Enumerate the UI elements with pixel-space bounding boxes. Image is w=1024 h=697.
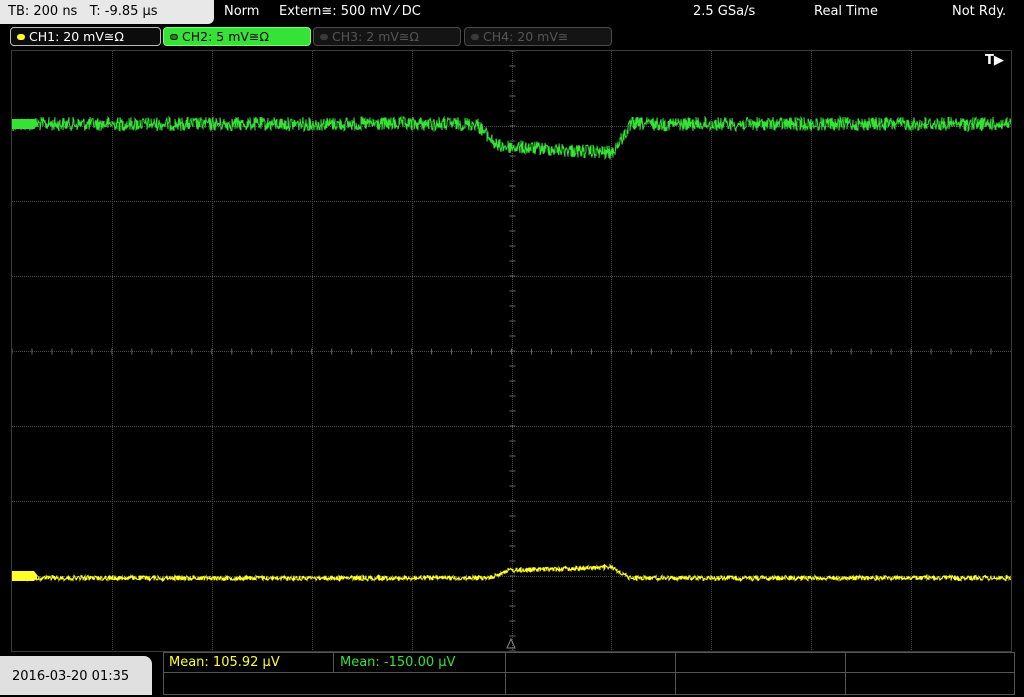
graticule	[12, 51, 1011, 651]
channel-2-label: CH2: 5 mV≅Ω	[182, 29, 269, 44]
channel-3-button[interactable]: CH3: 2 mV≅Ω	[313, 27, 461, 46]
trigger-position-marker[interactable]	[506, 637, 516, 649]
channel-1-indicator-icon	[17, 34, 25, 40]
channel-1-mean-readout[interactable]: Mean: 105.92 µV	[169, 653, 280, 672]
channel-bar: CH1: 20 mV≅Ω CH2: 5 mV≅Ω CH3: 2 mV≅Ω CH4…	[0, 27, 1024, 48]
sample-rate: 2.5 GSa/s	[693, 4, 756, 19]
channel-1-ground-marker[interactable]	[12, 571, 38, 581]
trigger-source[interactable]: Extern≅: 500 mV ⁄ DC	[279, 0, 421, 24]
channel-4-button[interactable]: CH4: 20 mV≅	[464, 27, 612, 46]
channel-4-label: CH4: 20 mV≅	[483, 29, 569, 44]
trigger-status: Not Rdy.	[952, 4, 1007, 19]
channel-4-indicator-icon	[471, 34, 479, 40]
channel-2-indicator-icon	[170, 34, 178, 40]
channel-1-label: CH1: 20 mV≅Ω	[29, 29, 124, 44]
status-bar: TB: 200 ns T: -9.85 µs Norm Extern≅: 500…	[0, 0, 1024, 26]
channel-2-mean-readout[interactable]: Mean: -150.00 µV	[340, 653, 455, 672]
measurement-divider	[333, 652, 334, 673]
measurement-divider	[675, 652, 676, 695]
channel-2-ground-marker[interactable]	[12, 119, 38, 129]
timebase-readout[interactable]: TB: 200 ns T: -9.85 µs	[0, 0, 214, 24]
measurement-bar	[0, 652, 1024, 695]
trigger-level-marker[interactable]: T▶	[985, 53, 1004, 68]
acquisition-mode: Real Time	[814, 4, 878, 19]
measurement-divider	[845, 652, 846, 695]
waveform-canvas	[12, 51, 1011, 651]
channel-3-label: CH3: 2 mV≅Ω	[332, 29, 419, 44]
trigger-mode[interactable]: Norm	[224, 0, 259, 24]
channel-1-button[interactable]: CH1: 20 mV≅Ω	[10, 27, 161, 46]
channel-2-waveform	[12, 115, 1011, 160]
channel-1-waveform	[12, 563, 1011, 583]
measurement-row-divider	[163, 652, 1015, 673]
waveform-display[interactable]	[11, 50, 1012, 652]
date-time: 2016-03-20 01:35	[0, 656, 152, 695]
channel-2-button[interactable]: CH2: 5 mV≅Ω	[163, 27, 311, 46]
channel-3-indicator-icon	[320, 34, 328, 40]
